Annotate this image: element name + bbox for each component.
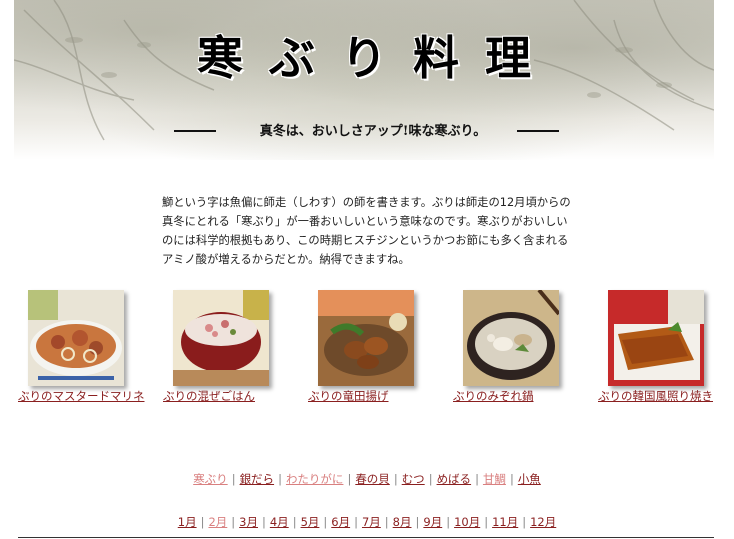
nav-separator: | [384, 515, 389, 529]
month-nav-link[interactable]: 10月 [454, 515, 480, 529]
mizore-hotpot-photo[interactable] [463, 290, 559, 386]
fish-nav-link[interactable]: わたりがに [286, 472, 344, 486]
month-nav-link[interactable]: 1月 [178, 515, 197, 529]
fish-nav-link[interactable]: 寒ぶり [193, 472, 228, 486]
nav-separator: | [200, 515, 205, 529]
mustard-marinade-photo[interactable] [28, 290, 124, 386]
nav-separator: | [415, 515, 420, 529]
nav-separator: | [475, 472, 479, 486]
recipe-item: ぶりの混ぜごはん [163, 290, 293, 404]
month-nav: 1月 | 2月 | 3月 | 4月 | 5月 | 6月 | 7月 | 8月 | 9月 | 10月 | 11月 | 12月 [0, 514, 734, 530]
nav-separator: | [231, 472, 236, 486]
month-nav-link[interactable]: 6月 [331, 515, 350, 529]
nav-separator: | [278, 472, 282, 486]
month-nav-link[interactable]: 2月 [208, 515, 227, 529]
nav-separator: | [484, 515, 489, 529]
nav-separator: | [446, 515, 451, 529]
month-nav-link[interactable]: 11月 [492, 515, 518, 529]
nav-separator: | [231, 515, 236, 529]
fish-nav-link[interactable]: めばる [437, 472, 472, 486]
month-nav-link[interactable]: 3月 [239, 515, 258, 529]
recipe-item: ぶりの韓国風照り焼き [598, 290, 728, 404]
nav-separator: | [428, 472, 433, 486]
month-nav-link[interactable]: 4月 [270, 515, 289, 529]
recipe-item: ぶりのマスタードマリネ [18, 290, 148, 404]
fish-nav-link[interactable]: 小魚 [518, 472, 541, 486]
recipe-link-tatsuta-fry[interactable]: ぶりの竜田揚げ [308, 389, 438, 404]
recipe-item: ぶりのみぞれ鍋 [453, 290, 583, 404]
subtitle-rule-right [517, 130, 559, 132]
nav-separator: | [354, 515, 358, 529]
nav-separator: | [347, 472, 352, 486]
month-nav-link[interactable]: 5月 [301, 515, 320, 529]
nav-separator: | [509, 472, 514, 486]
tatsuta-fry-photo[interactable] [318, 290, 414, 386]
nav-separator: | [292, 515, 297, 529]
recipe-link-mixed-rice[interactable]: ぶりの混ぜごはん [163, 389, 293, 404]
nav-separator: | [393, 472, 398, 486]
nav-separator: | [323, 515, 328, 529]
month-nav-link[interactable]: 8月 [393, 515, 412, 529]
recipe-link-korean-teriyaki[interactable]: ぶりの韓国風照り焼き [598, 389, 728, 404]
recipe-link-mizore-hotpot[interactable]: ぶりのみぞれ鍋 [453, 389, 583, 404]
month-nav-link[interactable]: 9月 [423, 515, 442, 529]
recipe-item: ぶりの竜田揚げ [308, 290, 438, 404]
fish-nav-link[interactable]: 春の貝 [355, 472, 390, 486]
fish-nav: 寒ぶり | 銀だら | わたりがに | 春の貝 | むつ | めばる | 甘鯛 | 小魚 [0, 471, 734, 487]
mixed-rice-photo[interactable] [173, 290, 269, 386]
fish-nav-link[interactable]: むつ [402, 472, 425, 486]
korean-teriyaki-photo[interactable] [608, 290, 704, 386]
recipe-link-mustard-marinade[interactable]: ぶりのマスタードマリネ [18, 389, 148, 404]
footer-divider [18, 537, 714, 538]
month-nav-link[interactable]: 7月 [362, 515, 381, 529]
subtitle-row: 真冬は、おいしさアップ!味な寒ぶり。 [14, 120, 714, 142]
month-nav-link[interactable]: 12月 [530, 515, 556, 529]
page-title: 寒ぶり料理 [197, 31, 557, 85]
nav-separator: | [522, 515, 527, 529]
fish-nav-link[interactable]: 銀だら [240, 472, 275, 486]
header-banner: 寒ぶり料理 真冬は、おいしさアップ!味な寒ぶり。 [14, 0, 714, 160]
subtitle-rule-left [174, 130, 216, 132]
nav-separator: | [261, 515, 266, 529]
page-subtitle: 真冬は、おいしさアップ!味な寒ぶり。 [259, 124, 487, 139]
intro-paragraph: 鰤という字は魚偏に師走（しわす）の師を書きます。ぶりは師走の12月頃からの真冬に… [162, 196, 571, 266]
fish-nav-link[interactable]: 甘鯛 [483, 472, 506, 486]
